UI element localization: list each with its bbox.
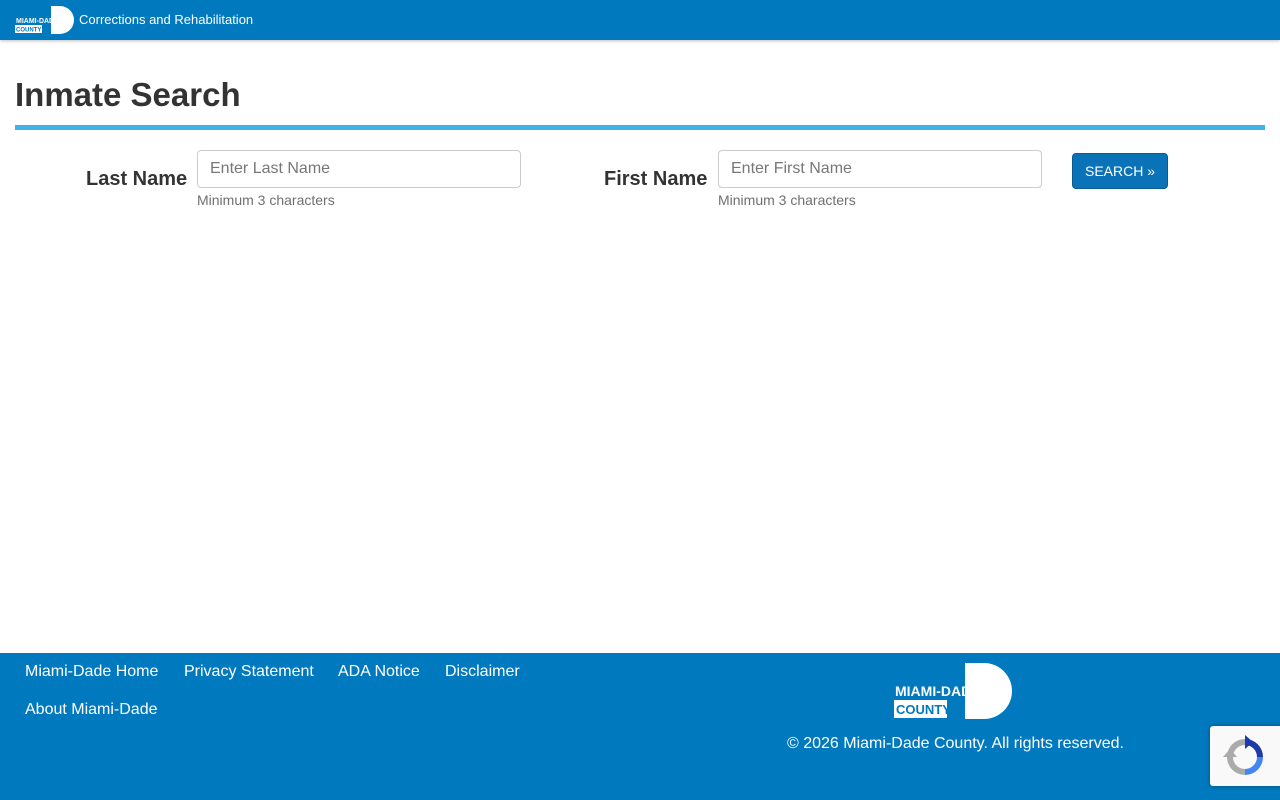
footer: Miami-Dade Home Privacy Statement ADA No… [0, 653, 1280, 800]
footer-link-ada-notice[interactable]: ADA Notice [338, 662, 420, 682]
miami-dade-logo[interactable]: MIAMI-DADE COUNTY [15, 6, 74, 34]
recaptcha-icon [1223, 735, 1263, 775]
first-name-hint: Minimum 3 characters [718, 192, 856, 208]
first-name-label: First Name [604, 168, 708, 190]
title-divider [15, 125, 1265, 130]
page-title: Inmate Search [15, 76, 241, 113]
top-bar: MIAMI-DADE COUNTY Corrections and Rehabi… [0, 0, 1280, 40]
footer-logo-text-top: MIAMI-DADE [895, 683, 981, 699]
first-name-input[interactable] [718, 150, 1042, 188]
miami-dade-logo[interactable]: MIAMI-DADE COUNTY [894, 663, 1013, 719]
department-name: Corrections and Rehabilitation [79, 12, 254, 27]
footer-logo-text-bottom: COUNTY [896, 702, 951, 717]
logo-text-bottom: COUNTY [16, 28, 41, 34]
copyright-text: © 2026 Miami-Dade County. All rights res… [787, 735, 1124, 752]
footer-link-disclaimer[interactable]: Disclaimer [445, 662, 520, 682]
recaptcha-badge[interactable] [1210, 726, 1280, 786]
logo-text-top: MIAMI-DADE [16, 18, 59, 25]
last-name-label: Last Name [86, 168, 188, 190]
footer-link-miami-dade-home[interactable]: Miami-Dade Home [25, 662, 158, 682]
footer-link-about-miami-dade[interactable]: About Miami-Dade [25, 700, 158, 720]
search-button[interactable]: SEARCH » [1072, 153, 1168, 189]
footer-link-privacy-statement[interactable]: Privacy Statement [184, 662, 314, 682]
last-name-hint: Minimum 3 characters [197, 192, 335, 208]
last-name-input[interactable] [197, 150, 521, 188]
